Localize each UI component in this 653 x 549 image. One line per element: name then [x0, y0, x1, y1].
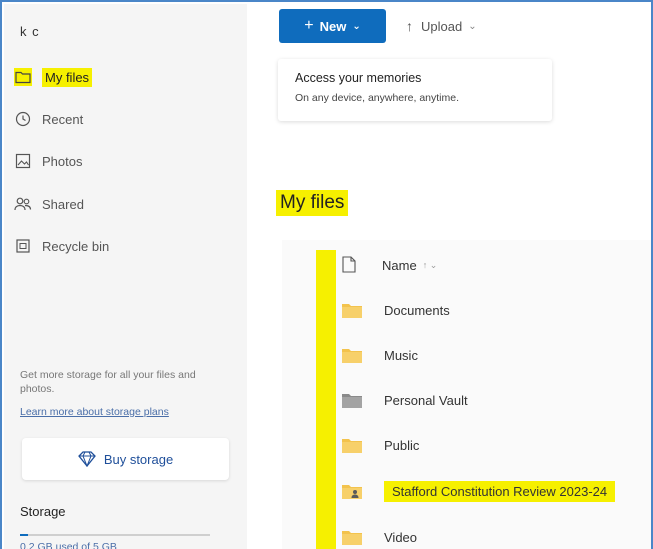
list-item-label: Video: [384, 529, 418, 545]
sidebar-item-recent[interactable]: Recent: [14, 106, 83, 132]
page-title: My files: [276, 190, 349, 216]
sidebar-item-label: Recycle bin: [42, 238, 110, 254]
list-item-label: Stafford Constitution Review 2023-24: [384, 480, 616, 502]
folder-icon: [342, 529, 362, 545]
sidebar-item-label: Photos: [42, 153, 83, 169]
sidebar-item-photos[interactable]: Photos: [14, 148, 82, 174]
sidebar-item-my-files[interactable]: My files: [14, 64, 93, 90]
list-item-label: Personal Vault: [384, 392, 468, 408]
storage-used-text[interactable]: 0.2 GB used of 5 GB: [20, 541, 117, 549]
diamond-icon: [77, 451, 96, 467]
people-icon: [14, 195, 32, 213]
sidebar-item-label: My files: [42, 67, 93, 87]
memories-title: Access your memories: [295, 71, 422, 85]
folder-icon: [342, 437, 362, 453]
shared-folder-icon: [342, 483, 362, 499]
photo-icon: [14, 152, 32, 170]
storage-promo-text: Get more storage for all your files and …: [20, 369, 196, 395]
user-name: k c: [20, 24, 40, 39]
folder-icon: [342, 302, 362, 318]
list-item-personal-vault[interactable]: Personal Vault: [342, 387, 468, 413]
upload-label: Upload: [421, 18, 463, 34]
highlight-marker: [316, 250, 336, 549]
sidebar-item-shared[interactable]: Shared: [14, 191, 84, 217]
sidebar: k c My files Recent Photos Shared Recycl…: [4, 4, 247, 549]
upload-button[interactable]: ↑ Upload ⌄: [406, 14, 477, 38]
list-item-stafford-constitution-review[interactable]: Stafford Constitution Review 2023-24: [342, 478, 616, 504]
list-item-music[interactable]: Music: [342, 342, 418, 368]
upload-arrow-icon: ↑: [406, 18, 413, 34]
storage-plans-link[interactable]: Learn more about storage plans: [20, 406, 169, 418]
new-label: New: [319, 18, 347, 34]
sidebar-item-label: Shared: [42, 196, 84, 212]
list-item-documents[interactable]: Documents: [342, 297, 450, 323]
list-item-public[interactable]: Public: [342, 432, 419, 458]
sidebar-item-recycle-bin[interactable]: Recycle bin: [14, 233, 109, 259]
app-window: k c My files Recent Photos Shared Recycl…: [0, 0, 653, 549]
new-button[interactable]: + New ⌄: [279, 9, 386, 43]
memories-card[interactable]: Access your memories On any device, anyw…: [278, 59, 552, 121]
chevron-down-icon: ⌄: [352, 20, 361, 32]
sort-icon[interactable]: ↑ ⌄: [423, 260, 438, 271]
list-item-video[interactable]: Video: [342, 524, 417, 549]
chevron-down-icon: ⌄: [468, 20, 477, 32]
plus-icon: +: [304, 17, 314, 34]
column-header-name[interactable]: Name ↑ ⌄: [342, 252, 437, 278]
memories-subtitle: On any device, anywhere, anytime.: [295, 92, 460, 104]
list-item-label: Documents: [384, 302, 450, 318]
vault-icon: [342, 392, 362, 408]
column-name-label: Name: [382, 257, 417, 273]
folder-icon: [14, 68, 32, 86]
list-item-label: Public: [384, 437, 420, 453]
trash-icon: [14, 237, 32, 255]
sidebar-item-label: Recent: [42, 111, 84, 127]
storage-title: Storage: [20, 504, 66, 519]
list-item-label: Music: [384, 347, 418, 363]
file-type-icon: [342, 256, 358, 274]
buy-storage-label: Buy storage: [103, 451, 174, 467]
storage-meter-fill: [20, 534, 28, 536]
folder-icon: [342, 347, 362, 363]
storage-meter: [20, 534, 210, 536]
buy-storage-button[interactable]: Buy storage: [22, 438, 229, 480]
clock-icon: [14, 110, 32, 128]
